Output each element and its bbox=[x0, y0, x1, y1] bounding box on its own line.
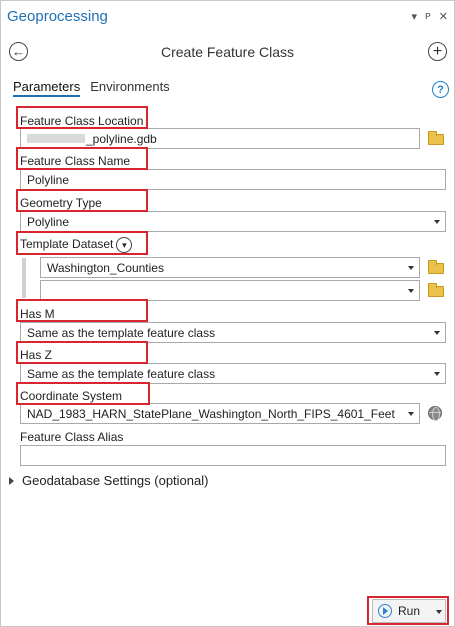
template-dropdown-1[interactable]: Washington_Counties bbox=[40, 257, 420, 278]
pane-menu-icon[interactable]: ▾ bbox=[412, 10, 418, 23]
has-z-value: Same as the template feature class bbox=[27, 366, 216, 381]
redacted-path bbox=[27, 134, 85, 143]
pane-title: Geoprocessing bbox=[7, 7, 108, 25]
close-icon[interactable]: ✕ bbox=[439, 10, 448, 23]
tool-title: Create Feature Class bbox=[160, 44, 295, 60]
has-z-dropdown[interactable]: Same as the template feature class bbox=[20, 363, 446, 384]
globe-icon[interactable] bbox=[428, 406, 442, 421]
highlight-box bbox=[16, 189, 148, 212]
chevron-right-icon bbox=[9, 476, 14, 485]
location-value: _polyline.gdb bbox=[86, 131, 157, 146]
help-icon[interactable]: ? bbox=[432, 81, 449, 98]
highlight-box bbox=[16, 382, 150, 405]
folder-icon[interactable] bbox=[428, 283, 444, 297]
has-m-dropdown[interactable]: Same as the template feature class bbox=[20, 322, 446, 343]
location-input[interactable]: _polyline.gdb bbox=[20, 128, 420, 149]
geometry-dropdown[interactable]: Polyline bbox=[20, 211, 446, 232]
pane-titlebar: Geoprocessing ▾ ᴘ ✕ bbox=[1, 1, 454, 31]
folder-icon[interactable] bbox=[428, 260, 444, 274]
has-m-value: Same as the template feature class bbox=[27, 325, 216, 340]
tool-tabs: Parameters Environments bbox=[13, 79, 170, 97]
tab-environments[interactable]: Environments bbox=[90, 79, 169, 97]
geoprocessing-pane: Geoprocessing ▾ ᴘ ✕ ← Create Feature Cla… bbox=[0, 0, 455, 627]
template-dropdown-2[interactable] bbox=[40, 280, 420, 301]
highlight-box bbox=[16, 299, 148, 322]
coord-dropdown[interactable]: NAD_1983_HARN_StatePlane_Washington_Nort… bbox=[20, 403, 420, 424]
pane-controls: ▾ ᴘ ✕ bbox=[412, 10, 448, 23]
tab-parameters[interactable]: Parameters bbox=[13, 79, 81, 97]
highlight-box bbox=[16, 106, 148, 129]
tool-header: ← Create Feature Class + bbox=[1, 37, 454, 67]
highlight-box bbox=[16, 147, 148, 170]
section-label: Geodatabase Settings (optional) bbox=[22, 473, 209, 488]
add-icon[interactable]: + bbox=[428, 42, 447, 61]
template-value-1: Washington_Counties bbox=[47, 260, 164, 275]
geodatabase-settings-section[interactable]: Geodatabase Settings (optional) bbox=[9, 473, 208, 488]
folder-icon[interactable] bbox=[428, 131, 444, 145]
geometry-value: Polyline bbox=[27, 214, 70, 229]
coord-value: NAD_1983_HARN_StatePlane_Washington_Nort… bbox=[27, 406, 395, 421]
alias-input[interactable] bbox=[20, 445, 446, 466]
template-indent-bar bbox=[22, 258, 26, 298]
highlight-box bbox=[367, 596, 449, 625]
highlight-box bbox=[16, 341, 148, 364]
name-value: Polyline bbox=[27, 172, 70, 187]
name-input[interactable]: Polyline bbox=[20, 169, 446, 190]
pin-icon[interactable]: ᴘ bbox=[425, 10, 431, 23]
alias-label: Feature Class Alias bbox=[20, 430, 124, 444]
highlight-box bbox=[16, 231, 148, 255]
back-arrow-icon[interactable]: ← bbox=[9, 42, 28, 61]
